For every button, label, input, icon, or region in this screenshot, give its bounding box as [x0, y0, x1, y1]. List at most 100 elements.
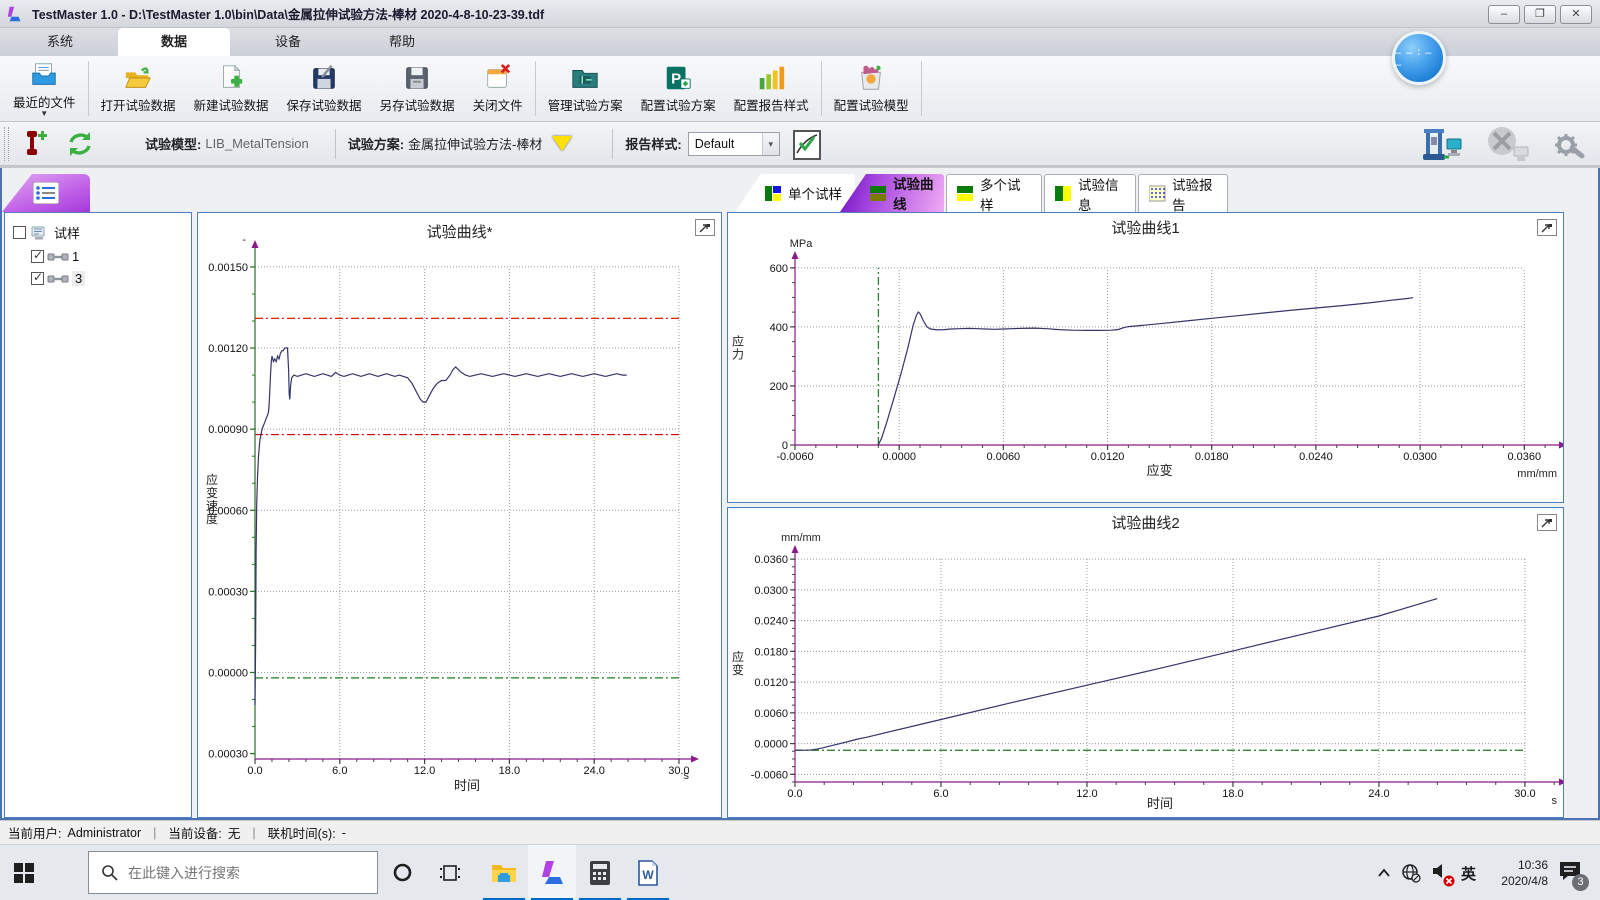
test-machine-icon[interactable] [1422, 127, 1464, 163]
tree-root-row[interactable]: 试样 [5, 213, 191, 242]
svg-text:0.0: 0.0 [247, 765, 262, 777]
network-globe-icon[interactable] [1401, 863, 1421, 883]
window-title: TestMaster 1.0 - D:\TestMaster 1.0\bin\D… [32, 4, 544, 23]
root-checkbox[interactable] [13, 226, 26, 239]
testmaster-icon [539, 860, 565, 886]
task-view-icon [440, 864, 460, 882]
specimen-3-checkbox[interactable] [31, 272, 44, 285]
cortana-button[interactable] [378, 845, 426, 900]
svg-text:-: - [242, 234, 246, 246]
secondary-toolbar: 试验模型: LIB_MetalTension 试验方案: 金属拉伸试验方法-棒材… [0, 122, 1600, 168]
ribbon-separator [921, 61, 922, 116]
single-specimen-tab-icon [765, 185, 782, 202]
config-model-button[interactable]: 配置试验模型 [825, 58, 918, 119]
specimen-list-tab[interactable] [2, 174, 90, 212]
tab-test-report[interactable]: 试验报告 [1138, 174, 1228, 212]
start-button[interactable] [0, 845, 48, 900]
main-area: 试样 1 3 [0, 168, 1600, 820]
floating-ball-widget[interactable]: – – ∶ – – [1392, 31, 1446, 85]
recent-files-icon [29, 60, 59, 90]
config-model-icon [856, 63, 886, 93]
menu-tab-data[interactable]: 数据 [118, 28, 230, 56]
close-button[interactable]: ✕ [1560, 5, 1592, 24]
model-label: 试验模型: [145, 134, 201, 153]
svg-text:mm/mm: mm/mm [781, 532, 821, 544]
clock-date: 2020/4/8 [1486, 873, 1548, 889]
config-scheme-button[interactable]: P 配置试验方案 [632, 58, 725, 119]
specimen-1-checkbox[interactable] [31, 250, 44, 263]
online-time-label: 联机时间(s): [268, 823, 336, 842]
svg-text:0.0360: 0.0360 [1507, 451, 1541, 463]
stress-strain-chart[interactable]: 6004002000-0.00600.00000.00600.01200.018… [728, 213, 1563, 502]
tree-item-label: 1 [72, 249, 79, 264]
specimen-group-icon [30, 225, 50, 241]
open-data-button[interactable]: 打开试验数据 [92, 58, 185, 119]
save-data-button[interactable]: 保存试验数据 [278, 58, 371, 119]
notification-badge: 3 [1572, 874, 1589, 891]
new-specimen-icon[interactable] [17, 127, 51, 161]
close-file-button[interactable]: 关闭文件 [464, 58, 532, 119]
app-window: TestMaster 1.0 - D:\TestMaster 1.0\bin\D… [0, 0, 1600, 900]
filter-funnel-icon[interactable] [552, 136, 572, 151]
testmaster-taskbar-button[interactable] [528, 845, 576, 900]
taskbar-clock[interactable]: 10:36 2020/4/8 [1486, 857, 1548, 889]
toolbar-separator [612, 129, 613, 159]
expand-chart-icon[interactable] [1537, 514, 1557, 531]
svg-text:MPa: MPa [790, 238, 814, 250]
svg-text:-0.0060: -0.0060 [776, 451, 813, 463]
notification-center-button[interactable]: 3 [1558, 860, 1582, 887]
new-data-button[interactable]: 新建试验数据 [185, 58, 278, 119]
report-style-label: 报告样式: [625, 134, 681, 153]
recent-files-button[interactable]: 最近的文件 ▼ [4, 58, 85, 119]
report-check-icon[interactable] [792, 127, 822, 161]
tab-test-curve[interactable]: 试验曲线 [840, 174, 944, 212]
tree-item-1[interactable]: 1 [5, 242, 191, 264]
svg-text:0.0180: 0.0180 [1195, 451, 1229, 463]
svg-text:试验曲线1: 试验曲线1 [1111, 220, 1179, 237]
new-data-icon [216, 63, 246, 93]
svg-text:试验曲线*: 试验曲线* [427, 224, 493, 241]
expand-chart-icon[interactable] [1537, 219, 1557, 236]
config-report-button[interactable]: 配置报告样式 [725, 58, 818, 119]
menu-tab-help[interactable]: 帮助 [346, 28, 458, 56]
svg-text:0.0240: 0.0240 [754, 616, 788, 628]
expand-chart-icon[interactable] [695, 219, 715, 236]
file-explorer-button[interactable] [480, 845, 528, 900]
ime-indicator[interactable]: 英 [1461, 863, 1476, 884]
svg-text:12.0: 12.0 [1076, 788, 1097, 800]
minimize-button[interactable]: – [1488, 5, 1520, 24]
calculator-button[interactable] [576, 845, 624, 900]
settings-gear-icon[interactable] [1552, 128, 1586, 162]
close-file-icon [483, 63, 513, 93]
list-icon [33, 182, 59, 204]
current-user-value: Administrator [67, 826, 141, 840]
taskbar-search[interactable] [88, 851, 378, 894]
tab-test-info[interactable]: 试验信息 [1044, 174, 1136, 212]
svg-text:W: W [642, 868, 654, 882]
save-as-data-button[interactable]: 另存试验数据 [371, 58, 464, 119]
hidden-icons-chevron[interactable] [1377, 868, 1391, 878]
report-style-select[interactable]: Default ▾ [688, 132, 780, 156]
strain-time-chart[interactable]: 0.03600.03000.02400.01800.01200.00600.00… [728, 508, 1563, 817]
task-view-button[interactable] [426, 845, 474, 900]
calculator-icon [589, 860, 611, 886]
device-offline-icon[interactable] [1482, 125, 1534, 165]
tree-item-3[interactable]: 3 [5, 264, 191, 286]
menu-tab-system[interactable]: 系统 [4, 28, 116, 56]
restore-button[interactable]: ❐ [1524, 5, 1556, 24]
menu-tab-device[interactable]: 设备 [232, 28, 344, 56]
chart-panel-stress-strain: 6004002000-0.00600.00000.00600.01200.018… [727, 212, 1564, 503]
svg-text:0.0180: 0.0180 [754, 646, 788, 658]
manage-scheme-button[interactable]: 管理试验方案 [539, 58, 632, 119]
multi-specimen-tab-icon [957, 185, 974, 202]
scheme-value: 金属拉伸试验方法-棒材 [408, 134, 542, 153]
tab-single-specimen[interactable]: 单个试样 [735, 174, 855, 212]
strain-rate-chart[interactable]: 0.001500.001200.000900.000600.000300.000… [198, 213, 721, 817]
refresh-icon[interactable] [63, 128, 97, 160]
word-document-button[interactable]: W [624, 845, 672, 900]
tab-multi-specimen[interactable]: 多个试样 [946, 174, 1042, 212]
search-input[interactable] [128, 865, 358, 881]
volume-muted-icon[interactable] [1431, 862, 1451, 885]
toolbar-grip[interactable] [4, 127, 9, 161]
svg-text:s: s [684, 770, 690, 782]
